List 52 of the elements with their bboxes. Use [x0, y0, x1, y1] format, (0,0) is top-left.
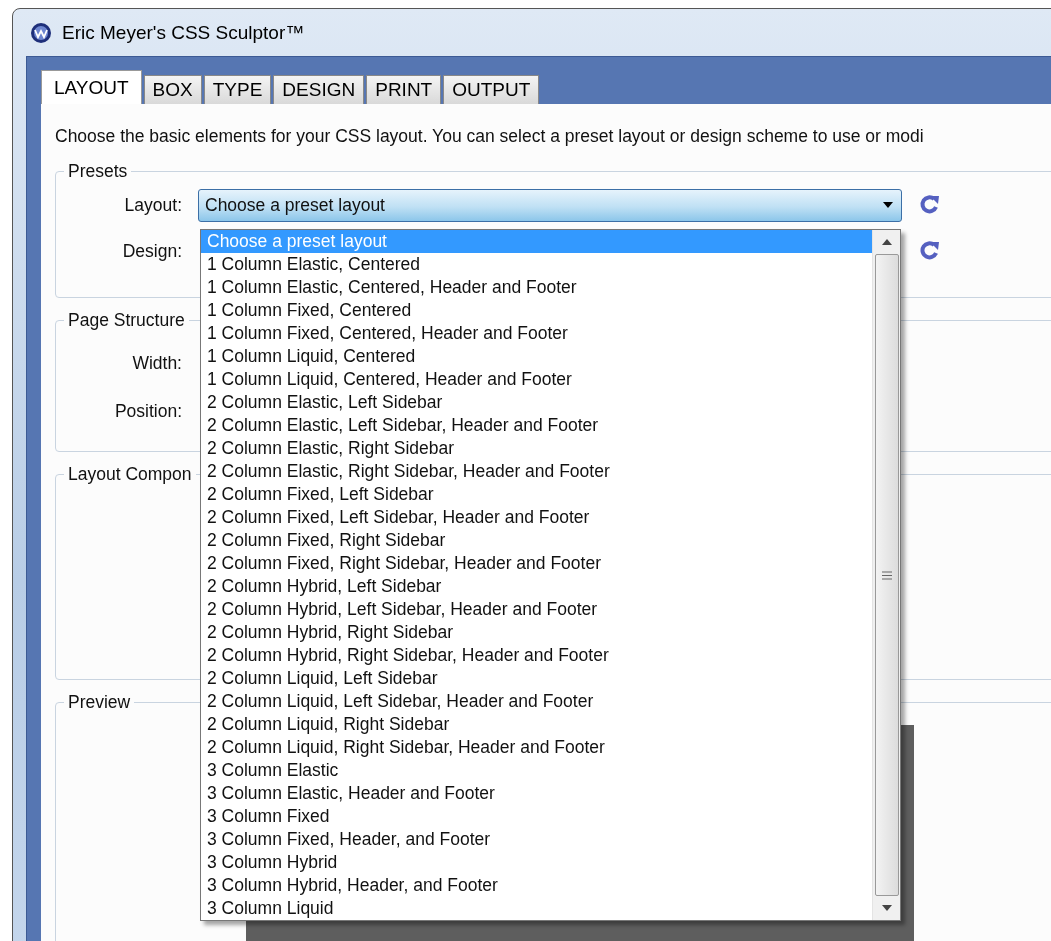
tab[interactable]: PRINT — [366, 75, 442, 104]
tab[interactable]: DESIGN — [273, 75, 365, 104]
group-title: Layout Compon — [67, 464, 193, 485]
dropdown-option[interactable]: 2 Column Elastic, Right Sidebar, Header and Footer — [201, 460, 872, 483]
dropdown-option[interactable]: 1 Column Liquid, Centered — [201, 345, 872, 368]
app-logo-icon — [30, 21, 52, 44]
dropdown-option[interactable]: 2 Column Liquid, Right Sidebar, Header and Footer — [201, 736, 872, 759]
dropdown-option[interactable]: 3 Column Fixed, Header, and Footer — [201, 828, 872, 851]
tab[interactable]: BOX — [143, 75, 202, 104]
dropdown-option[interactable]: 2 Column Fixed, Left Sidebar — [201, 483, 872, 506]
dropdown-option[interactable]: 1 Column Fixed, Centered — [201, 299, 872, 322]
group-title: Page Structure — [67, 310, 186, 331]
dropdown-option[interactable]: 3 Column Elastic, Header and Footer — [201, 782, 872, 805]
scrollbar[interactable] — [872, 230, 900, 920]
dropdown-option[interactable]: 2 Column Hybrid, Left Sidebar — [201, 575, 872, 598]
caret-icon — [883, 202, 893, 208]
dropdown-option[interactable]: 3 Column Liquid — [201, 897, 872, 920]
dropdown-option[interactable]: 2 Column Fixed, Right Sidebar, Header and Footer — [201, 552, 872, 575]
window-title: Eric Meyer's CSS Sculptor™ — [62, 21, 305, 44]
scroll-thumb[interactable] — [874, 254, 899, 896]
dropdown-option[interactable]: 2 Column Elastic, Left Sidebar — [201, 391, 872, 414]
dropdown-option[interactable]: 2 Column Fixed, Left Sidebar, Header and Footer — [201, 506, 872, 529]
scroll-down-icon[interactable] — [881, 905, 892, 911]
dropdown-option[interactable]: 3 Column Fixed — [201, 805, 872, 828]
dropdown-option[interactable]: 2 Column Liquid, Right Sidebar — [201, 713, 872, 736]
field-label: Design: — [121, 240, 183, 262]
tab[interactable]: LAYOUT — [41, 70, 142, 104]
dropdown-option[interactable]: 3 Column Elastic — [201, 759, 872, 782]
field-label: Layout: — [123, 194, 183, 216]
dropdown-option[interactable]: 2 Column Hybrid, Left Sidebar, Header and Footer — [201, 598, 872, 621]
dropdown-option[interactable]: 3 Column Hybrid — [201, 851, 872, 874]
layout-dropdown[interactable]: Choose a preset layout — [198, 188, 902, 222]
group-title: Preview — [67, 692, 132, 713]
dropdown-option[interactable]: 2 Column Hybrid, Right Sidebar, Header and Footer — [201, 644, 872, 667]
dropdown-option[interactable]: 2 Column Liquid, Left Sidebar — [201, 667, 872, 690]
dropdown-option[interactable]: 2 Column Hybrid, Right Sidebar — [201, 621, 872, 644]
dropdown-option[interactable]: 2 Column Fixed, Right Sidebar — [201, 529, 872, 552]
tab[interactable]: OUTPUT — [443, 75, 540, 104]
dropdown-option[interactable]: 2 Column Elastic, Right Sidebar — [201, 437, 872, 460]
group-title: Presets — [67, 161, 129, 182]
dropdown-option[interactable]: 1 Column Elastic, Centered — [201, 253, 872, 276]
dropdown-option[interactable]: 1 Column Fixed, Centered, Header and Footer — [201, 322, 872, 345]
dropdown-option[interactable]: 1 Column Liquid, Centered, Header and Footer — [201, 368, 872, 391]
dropdown-option[interactable]: 2 Column Liquid, Left Sidebar, Header and Footer — [201, 690, 872, 713]
field-label: Width: — [131, 352, 182, 374]
field-label: Position: — [113, 400, 182, 422]
dropdown-option[interactable]: 3 Column Hybrid, Header, and Footer — [201, 874, 872, 897]
tab[interactable]: TYPE — [203, 75, 272, 104]
intro-text: Choose the basic elements for your CSS layout. You can select a preset layout or design scheme to use or modi — [55, 126, 925, 147]
dropdown-option[interactable]: 2 Column Elastic, Left Sidebar, Header and Footer — [201, 414, 872, 437]
scroll-up-icon[interactable] — [881, 239, 892, 245]
dropdown-option[interactable]: 1 Column Elastic, Centered, Header and Footer — [201, 276, 872, 299]
